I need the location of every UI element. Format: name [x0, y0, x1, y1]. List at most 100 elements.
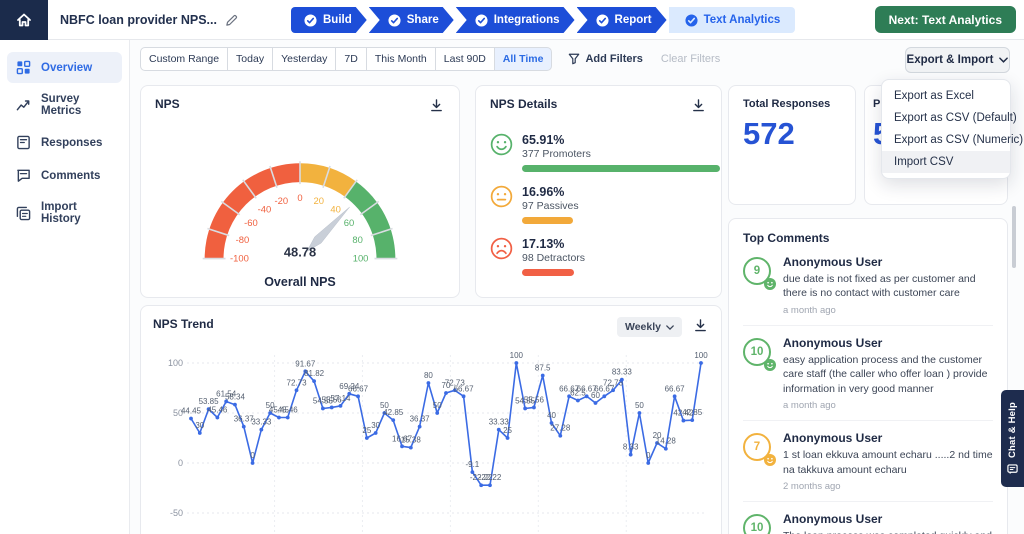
svg-text:0: 0	[250, 451, 255, 460]
export-import-menu: Export as Excel Export as CSV (Default) Ex…	[881, 79, 1023, 179]
svg-text:40: 40	[330, 204, 340, 215]
export-import-button[interactable]: Export & Import	[905, 47, 1010, 73]
sidebar-item-overview[interactable]: Overview	[7, 52, 122, 83]
step-label: Integrations	[493, 14, 560, 26]
sidebar-item-survey-metrics[interactable]: Survey Metrics	[7, 85, 122, 125]
svg-text:-60: -60	[244, 217, 258, 228]
comment-author: Anonymous User	[783, 431, 883, 446]
menu-item-export-as-csv-numeric[interactable]: Export as CSV (Numeric)	[882, 129, 1023, 151]
chat-help-label: Chat & Help	[1007, 401, 1018, 459]
step-report[interactable]: Report	[577, 7, 667, 33]
svg-text:66.67: 66.67	[665, 384, 686, 393]
range-all-time[interactable]: All Time	[493, 47, 553, 71]
detail-bar	[522, 165, 720, 172]
clear-filters-button[interactable]: Clear Filters	[661, 53, 720, 65]
edit-pencil-icon[interactable]	[225, 14, 238, 27]
comment-text: 1 st loan ekkuva amount echaru .....2 nd…	[783, 449, 993, 476]
nps-trend-title: NPS Trend	[153, 317, 214, 331]
comment-author: Anonymous User	[783, 335, 883, 350]
menu-item-export-as-csv-default[interactable]: Export as CSV (Default)	[882, 107, 1017, 129]
step-label: Text Analytics	[703, 14, 781, 26]
total-responses-value: 572	[743, 116, 795, 151]
check-circle-icon	[596, 14, 609, 27]
svg-text:72.73: 72.73	[287, 378, 308, 387]
svg-text:15.38: 15.38	[401, 436, 422, 445]
range-7d[interactable]: 7D	[335, 47, 367, 71]
import-history-icon	[16, 206, 31, 221]
sidebar-item-import-history[interactable]: Import History	[7, 193, 122, 233]
detail-percent: 16.96%	[522, 185, 565, 199]
add-filters-button[interactable]: Add Filters	[568, 53, 643, 65]
download-trend-button[interactable]	[692, 317, 709, 337]
smiley-badge-icon	[764, 278, 776, 290]
comment-text: due date is not fixed as per customer an…	[783, 273, 976, 300]
svg-text:-40: -40	[258, 204, 272, 215]
download-icon	[431, 99, 442, 112]
svg-text:66.67: 66.67	[454, 384, 475, 393]
chat-icon	[1007, 464, 1018, 475]
detail-count-label: 377 Promoters	[522, 148, 591, 160]
menu-item-export-as-excel[interactable]: Export as Excel	[882, 85, 1010, 107]
nps-card-title: NPS	[155, 97, 180, 111]
svg-text:45.46: 45.46	[278, 406, 299, 415]
download-icon	[693, 99, 704, 112]
sidebar-item-label: Responses	[41, 136, 103, 149]
app-window: NBFC loan provider NPS... Build Share Inte…	[0, 0, 1024, 534]
scrollbar-thumb[interactable]	[1012, 206, 1016, 268]
sidebar-item-comments[interactable]: Comments	[7, 160, 122, 191]
range-custom-range[interactable]: Custom Range	[140, 47, 229, 71]
nps-gauge-card: NPS -100 -80 -60 -40 -20 0 20 40 60 80 100 48.78 Ov…	[140, 85, 460, 298]
overall-nps-caption: Overall NPS	[264, 275, 336, 289]
home-icon	[17, 13, 31, 27]
comments-icon	[16, 168, 31, 183]
trend-period-select[interactable]: Weekly	[617, 317, 682, 337]
range-today[interactable]: Today	[227, 47, 274, 71]
svg-text:-22.22: -22.22	[479, 473, 502, 482]
step-integrations[interactable]: Integrations	[456, 7, 575, 33]
smiley-badge-icon	[764, 454, 776, 467]
comment-item: 10 Anonymous User The loan process was com…	[743, 502, 993, 534]
total-responses-card: Total Responses 572	[728, 85, 856, 205]
svg-text:0: 0	[178, 458, 183, 468]
menu-item-import-csv[interactable]: Import CSV	[882, 151, 1010, 173]
top-bar: NBFC loan provider NPS... Build Share Inte…	[0, 0, 1024, 40]
smile-face-icon	[490, 133, 513, 172]
step-share[interactable]: Share	[369, 7, 454, 33]
svg-text:25: 25	[503, 426, 512, 435]
sidebar-item-responses[interactable]: Responses	[7, 127, 122, 158]
svg-text:-80: -80	[236, 234, 250, 245]
next-text-analytics-button[interactable]: Next: Text Analytics	[874, 6, 1016, 33]
comment-text: The loan process was completed quickly a…	[783, 529, 993, 534]
grid-icon	[16, 60, 31, 75]
svg-text:58.34: 58.34	[225, 393, 246, 402]
nps-trend-card: NPS Trend Weekly 100 50 0 -50 44.45 30 53.85 45…	[140, 305, 722, 534]
add-filters-label: Add Filters	[585, 53, 643, 65]
range-yesterday[interactable]: Yesterday	[272, 47, 337, 71]
svg-text:-9.1: -9.1	[465, 460, 479, 469]
chat-help-tab[interactable]: Chat & Help	[1001, 390, 1024, 487]
svg-text:100: 100	[510, 351, 524, 360]
comment-score-badge: 7	[743, 433, 776, 467]
comment-item: 9 Anonymous User due date is not fixed as …	[743, 245, 993, 326]
svg-text:50: 50	[433, 401, 442, 410]
detail-row-body: 16.96% 97 Passives	[522, 185, 720, 224]
step-text-analytics[interactable]: Text Analytics	[668, 7, 796, 33]
home-button[interactable]	[0, 0, 48, 40]
neutral-face-icon	[490, 185, 513, 224]
comment-time: a month ago	[783, 400, 836, 412]
nps-detail-row-promoters: 65.91% 377 Promoters	[490, 133, 720, 172]
download-nps-details-button[interactable]	[690, 97, 707, 117]
range-this-month[interactable]: This Month	[365, 47, 436, 71]
comment-time: a month ago	[783, 304, 836, 316]
download-nps-button[interactable]	[428, 97, 445, 117]
svg-text:80: 80	[424, 371, 433, 380]
detail-bar-track	[522, 269, 720, 276]
range-last-90d[interactable]: Last 90D	[434, 47, 495, 71]
comment-time: 2 months ago	[783, 481, 841, 493]
step-build[interactable]: Build	[291, 7, 367, 33]
svg-text:30: 30	[195, 421, 204, 430]
svg-text:66.67: 66.67	[348, 384, 369, 393]
comment-text: easy application process and the custome…	[783, 353, 988, 395]
detail-row-body: 17.13% 98 Detractors	[522, 237, 720, 276]
check-circle-icon	[388, 14, 401, 27]
